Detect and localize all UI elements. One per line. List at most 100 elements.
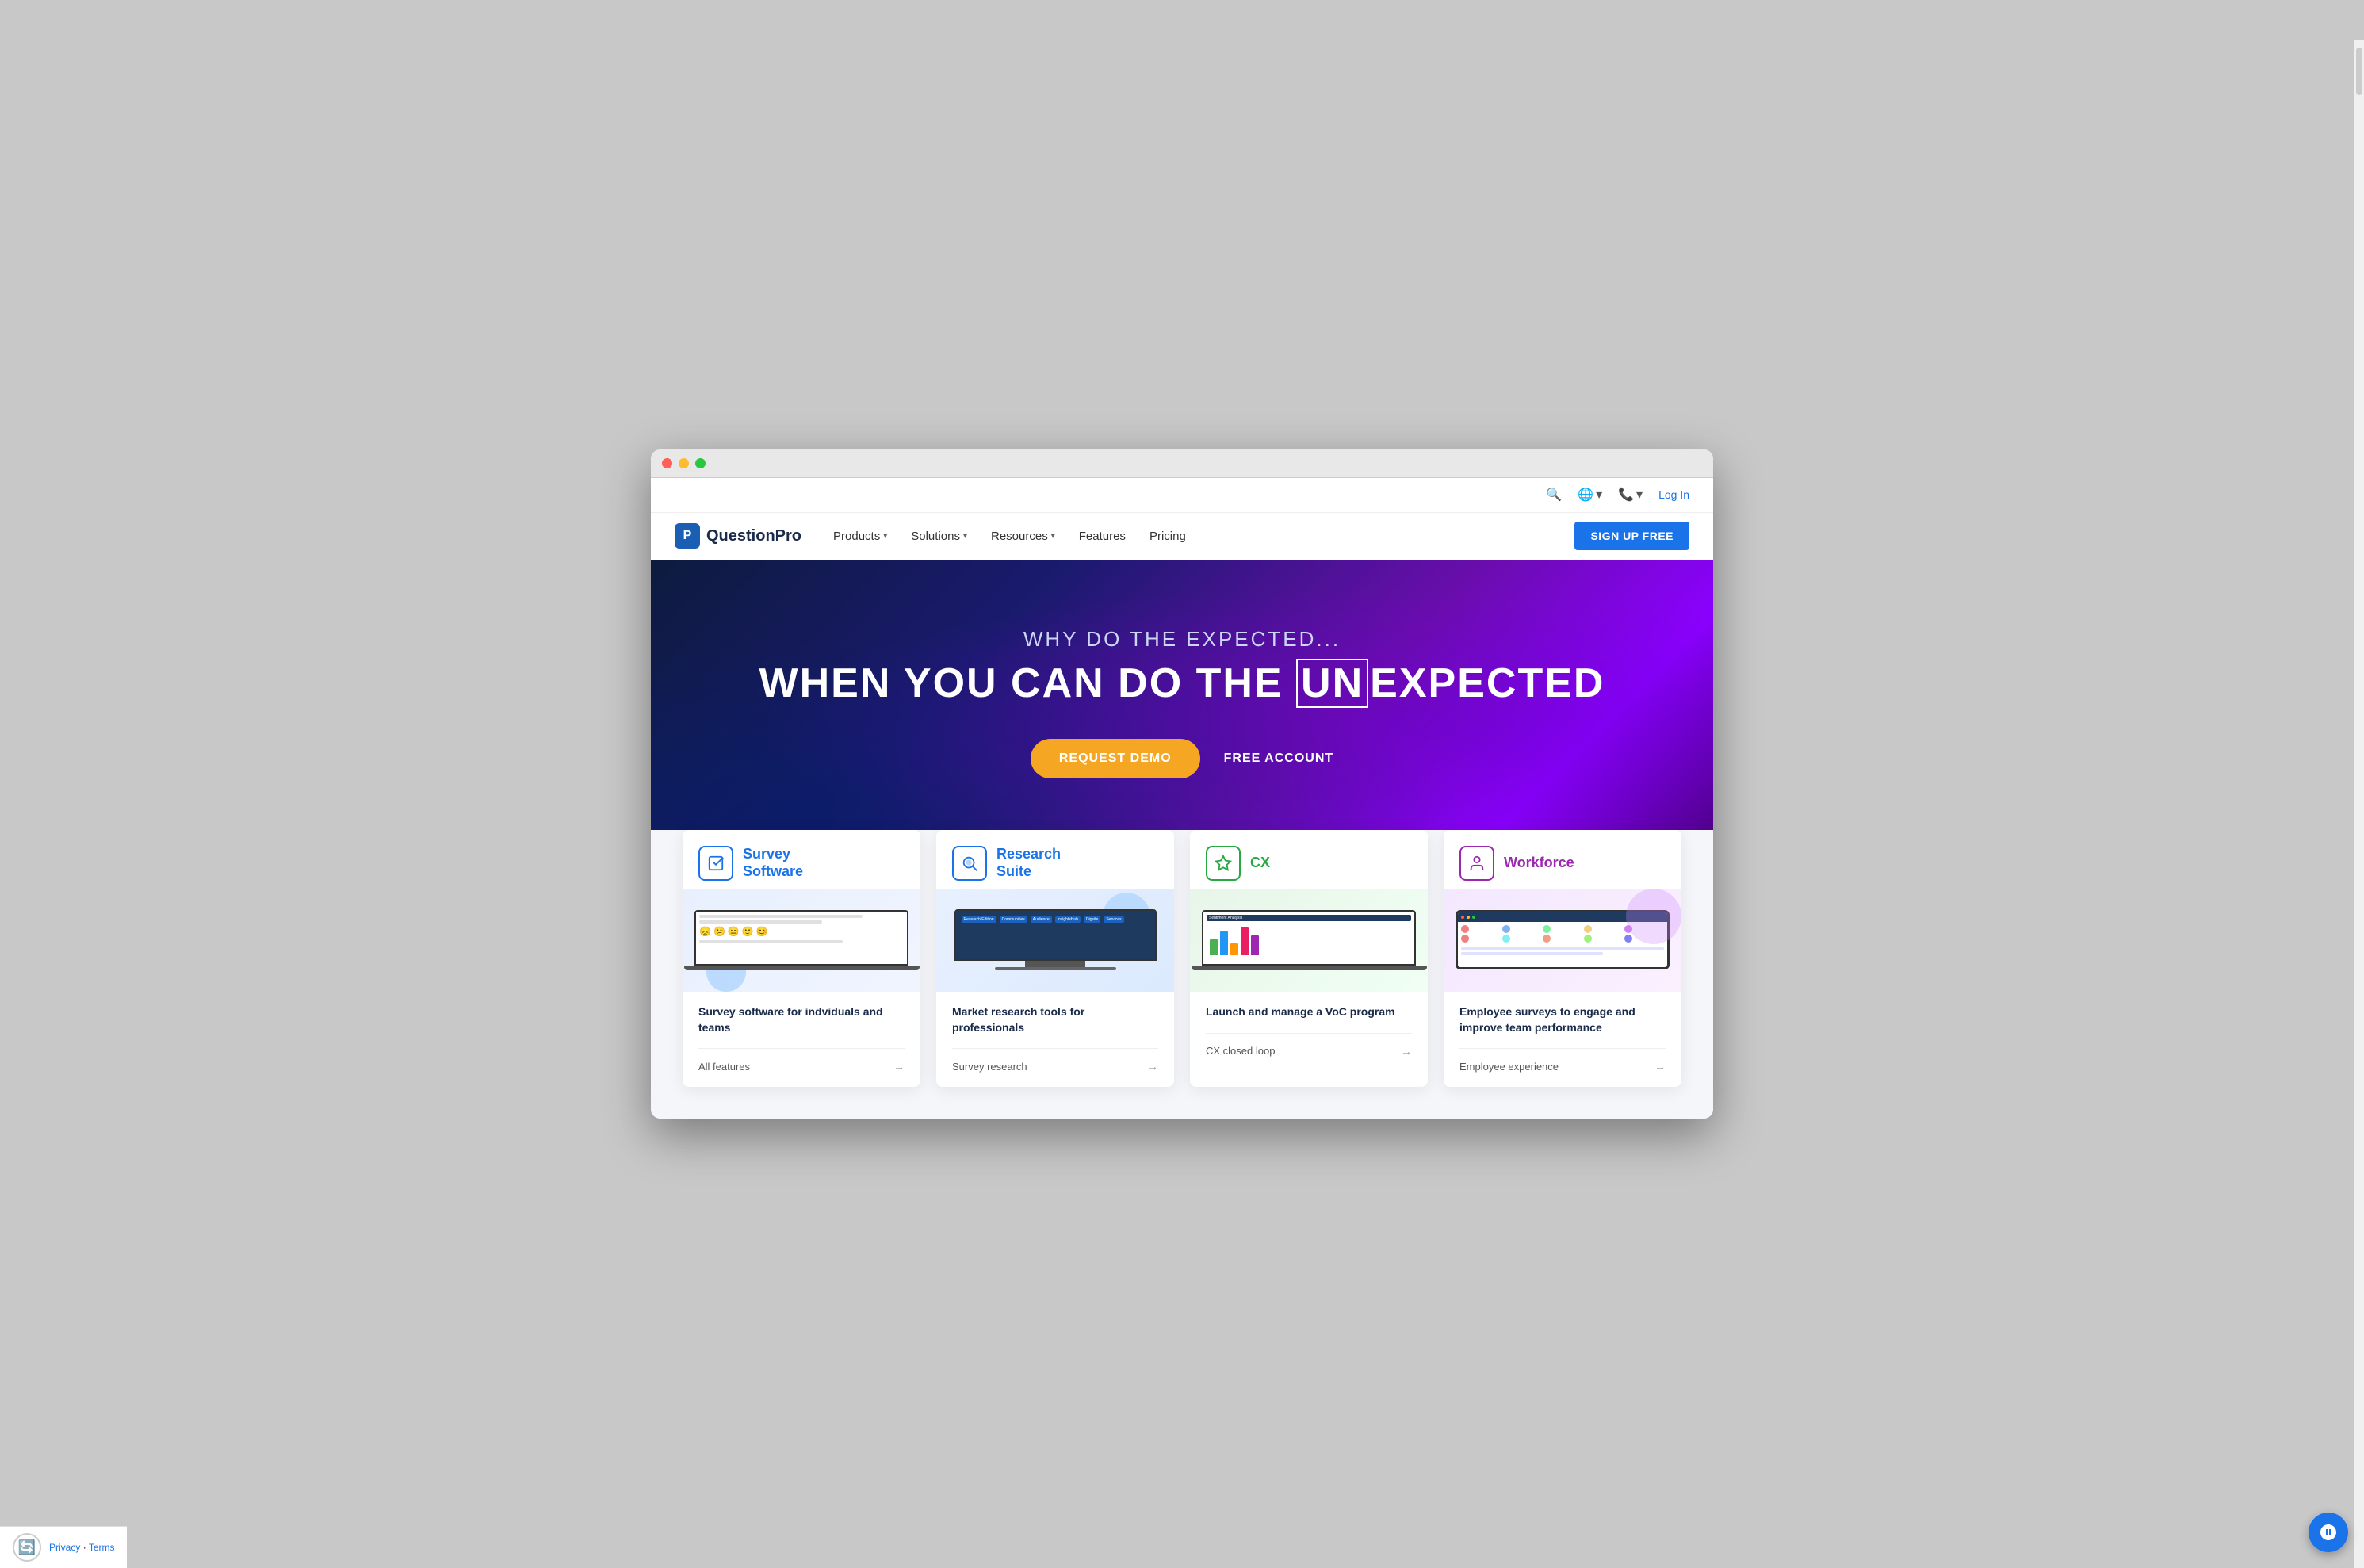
minimize-button[interactable] [679, 458, 689, 468]
mac-titlebar [651, 449, 1713, 478]
research-card-title: ResearchSuite [996, 846, 1061, 880]
survey-laptop-mock: 😞 😕 😐 🙂 😊 [694, 910, 908, 970]
workforce-link-label: Employee experience [1459, 1061, 1559, 1073]
avatar-6 [1461, 935, 1469, 943]
research-desktop-base [995, 967, 1116, 970]
cx-bar-1 [1210, 939, 1218, 955]
research-chip-audience: Audience [1031, 916, 1052, 923]
survey-card-title: SurveySoftware [743, 846, 803, 880]
nav-links: Products ▾ Solutions ▾ Resources ▾ Featu… [833, 530, 1574, 543]
nav-solutions[interactable]: Solutions ▾ [911, 530, 967, 543]
survey-card-body: Survey software for indviduals and teams… [683, 992, 920, 1087]
solutions-chevron-icon: ▾ [963, 532, 967, 541]
workforce-description: Employee surveys to engage and improve t… [1459, 1004, 1666, 1035]
nav-pricing[interactable]: Pricing [1149, 530, 1186, 543]
research-card-icon [952, 846, 987, 881]
avatar-4 [1584, 925, 1592, 933]
logo-icon: P [675, 523, 700, 549]
nav-products[interactable]: Products ▾ [833, 530, 887, 543]
fullscreen-button[interactable] [695, 458, 706, 468]
cx-card-body: Launch and manage a VoC program CX close… [1190, 992, 1428, 1072]
cx-screen: Sentiment Analysis [1202, 910, 1416, 966]
cx-bar-3 [1230, 943, 1238, 955]
research-chip-digsite: Digsite [1084, 916, 1100, 923]
nav-features-label: Features [1079, 530, 1126, 543]
logo-letter: P [683, 529, 692, 543]
research-chip-insightshub: InsightsHub [1055, 916, 1081, 923]
research-survey-link[interactable]: Survey research → [952, 1058, 1158, 1074]
free-account-button[interactable]: FREE ACCOUNT [1224, 751, 1334, 766]
workforce-card-title: Workforce [1504, 855, 1574, 872]
survey-emojis: 😞 😕 😐 🙂 😊 [699, 926, 904, 937]
avatar-7 [1502, 935, 1510, 943]
survey-link-label: All features [698, 1061, 750, 1073]
survey-card-header: SurveySoftware [683, 830, 920, 889]
cx-bar-chart [1207, 924, 1411, 955]
research-link-arrow: → [1147, 1060, 1158, 1073]
avatar-3 [1543, 925, 1551, 933]
research-chip-edition: Research Edition [962, 916, 996, 923]
survey-card-image: 😞 😕 😐 🙂 😊 [683, 889, 920, 992]
workforce-card-image [1444, 889, 1681, 992]
research-description: Market research tools for professionals [952, 1004, 1158, 1035]
phone-chevron: ▾ [1636, 487, 1643, 503]
products-chevron-icon: ▾ [883, 532, 887, 541]
nav-resources[interactable]: Resources ▾ [991, 530, 1055, 543]
login-link[interactable]: Log In [1658, 488, 1689, 501]
workforce-experience-link[interactable]: Employee experience → [1459, 1058, 1666, 1074]
survey-laptop-base [684, 966, 920, 970]
hero-buttons: REQUEST DEMO FREE ACCOUNT [1031, 739, 1333, 778]
research-card-image: Research Edition Communities Audience In… [936, 889, 1174, 992]
survey-link-arrow: → [893, 1060, 905, 1073]
request-demo-button[interactable]: REQUEST DEMO [1031, 739, 1200, 778]
products-grid: SurveySoftware 😞 😕 😐 🙂 [683, 830, 1681, 1087]
cx-card-header: CX [1190, 830, 1428, 889]
research-card: ResearchSuite Research Edition Communiti… [936, 830, 1174, 1087]
survey-card: SurveySoftware 😞 😕 😐 🙂 [683, 830, 920, 1087]
nav-resources-label: Resources [991, 530, 1048, 543]
close-button[interactable] [662, 458, 672, 468]
cx-link-arrow: → [1401, 1045, 1412, 1057]
search-button[interactable]: 🔍 [1546, 487, 1562, 503]
nav-features[interactable]: Features [1079, 530, 1126, 543]
hero-title-part2: EXPECTED [1370, 660, 1605, 706]
survey-screen: 😞 😕 😐 🙂 😊 [694, 910, 908, 966]
cx-bar-4 [1241, 927, 1249, 955]
survey-all-features-link[interactable]: All features → [698, 1058, 905, 1074]
research-desktop-stand [1025, 961, 1086, 967]
cx-laptop-base [1192, 966, 1427, 970]
cx-closed-loop-link[interactable]: CX closed loop → [1206, 1043, 1412, 1059]
utility-bar: 🔍 🌐 ▾ 📞 ▾ Log In [651, 478, 1713, 513]
cx-card-title: CX [1250, 855, 1270, 872]
resources-chevron-icon: ▾ [1051, 532, 1055, 541]
workforce-card-icon [1459, 846, 1494, 881]
logo[interactable]: P QuestionPro [675, 523, 801, 549]
cx-laptop-mock: Sentiment Analysis [1202, 910, 1416, 970]
workforce-link-arrow: → [1654, 1060, 1666, 1073]
workforce-card-header: Workforce [1444, 830, 1681, 889]
logo-text: QuestionPro [706, 527, 801, 545]
main-navbar: P QuestionPro Products ▾ Solutions ▾ Res… [651, 513, 1713, 560]
research-chip-communities: Communities [1000, 916, 1027, 923]
language-button[interactable]: 🌐 ▾ [1578, 487, 1602, 503]
nav-pricing-label: Pricing [1149, 530, 1186, 543]
cx-bar-2 [1220, 931, 1228, 955]
research-desktop-mock: Research Edition Communities Audience In… [954, 909, 1157, 970]
signup-button[interactable]: SIGN UP FREE [1574, 522, 1689, 550]
survey-card-icon [698, 846, 733, 881]
phone-button[interactable]: 📞 ▾ [1618, 487, 1643, 503]
workforce-card: Workforce [1444, 830, 1681, 1087]
phone-icon: 📞 [1618, 487, 1634, 503]
nav-products-label: Products [833, 530, 880, 543]
workforce-card-body: Employee surveys to engage and improve t… [1444, 992, 1681, 1087]
avatar-8 [1543, 935, 1551, 943]
hero-title-highlight: UN [1296, 659, 1368, 708]
language-chevron: ▾ [1596, 487, 1602, 503]
avatar-9 [1584, 935, 1592, 943]
avatar-1 [1461, 925, 1469, 933]
survey-description: Survey software for indviduals and teams [698, 1004, 905, 1035]
research-screen: Research Edition Communities Audience In… [954, 909, 1157, 961]
research-card-body: Market research tools for professionals … [936, 992, 1174, 1087]
globe-icon: 🌐 [1578, 487, 1593, 503]
browser-window: 🔍 🌐 ▾ 📞 ▾ Log In P QuestionPro Products … [651, 449, 1713, 1119]
